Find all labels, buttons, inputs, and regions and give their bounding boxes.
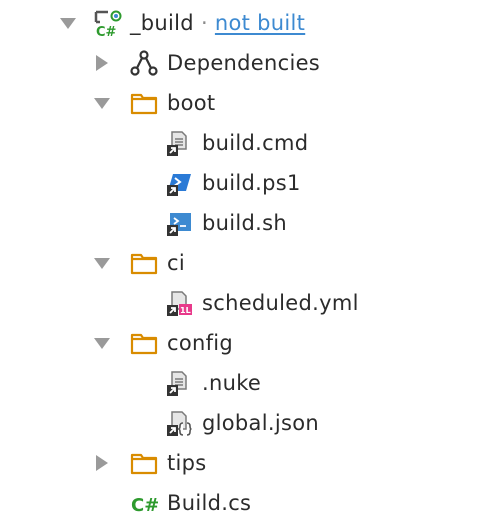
yaml-file-icon: 1L — [165, 289, 193, 317]
dependencies-icon — [130, 49, 158, 77]
tree-node-scheduled-yml[interactable]: 1L scheduled.yml — [0, 283, 482, 323]
folder-icon — [130, 449, 158, 477]
node-label: Build.cs — [167, 491, 252, 515]
build-status-link[interactable]: not built — [215, 11, 305, 35]
tree-node-build-sh[interactable]: build.sh — [0, 203, 482, 243]
csharp-file-icon: C# — [130, 489, 158, 517]
tree-node-build-ps1[interactable]: build.ps1 — [0, 163, 482, 203]
node-label: build.sh — [202, 211, 287, 235]
folder-icon — [130, 249, 158, 277]
folder-icon — [130, 89, 158, 117]
folder-icon — [130, 329, 158, 357]
tree-node-build-cmd[interactable]: build.cmd — [0, 123, 482, 163]
expanded-arrow-icon[interactable] — [92, 93, 112, 113]
tree-node-tips-folder[interactable]: tips — [0, 443, 482, 483]
project-title: _build · not built — [130, 9, 305, 37]
node-label: Dependencies — [167, 51, 321, 75]
project-tree: C# _build · not built Dependencies boot … — [0, 0, 482, 530]
tree-node-boot-folder[interactable]: boot — [0, 83, 482, 123]
tree-node-build-project[interactable]: C# _build · not built — [0, 3, 482, 43]
tree-node-config-folder[interactable]: config — [0, 323, 482, 363]
json-file-icon — [165, 409, 193, 437]
node-label: config — [167, 331, 234, 355]
cmd-file-icon — [165, 129, 193, 157]
tree-node-build-cs[interactable]: C# Build.cs — [0, 483, 482, 523]
collapsed-arrow-icon[interactable] — [92, 53, 112, 73]
node-label: boot — [167, 91, 216, 115]
csharp-project-icon: C# — [94, 9, 122, 37]
tree-node-dependencies[interactable]: Dependencies — [0, 43, 482, 83]
file-link-icon — [165, 369, 193, 397]
powershell-file-icon — [165, 169, 193, 197]
node-label: tips — [167, 451, 207, 475]
node-label: .nuke — [202, 371, 262, 395]
expanded-arrow-icon[interactable] — [92, 253, 112, 273]
shell-file-icon — [165, 209, 193, 237]
svg-text:C#: C# — [131, 495, 158, 516]
project-name: _build — [130, 11, 194, 35]
node-label: scheduled.yml — [202, 291, 359, 315]
expanded-arrow-icon[interactable] — [58, 13, 78, 33]
svg-text:C#: C# — [96, 25, 117, 37]
node-label: ci — [167, 251, 185, 275]
svg-text:1L: 1L — [180, 306, 191, 315]
tree-node-nuke[interactable]: .nuke — [0, 363, 482, 403]
collapsed-arrow-icon[interactable] — [92, 453, 112, 473]
tree-node-ci-folder[interactable]: ci — [0, 243, 482, 283]
node-label: global.json — [202, 411, 319, 435]
separator-dot: · — [200, 11, 208, 35]
tree-node-global-json[interactable]: global.json — [0, 403, 482, 443]
expanded-arrow-icon[interactable] — [92, 333, 112, 353]
node-label: build.ps1 — [202, 171, 301, 195]
node-label: build.cmd — [202, 131, 309, 155]
